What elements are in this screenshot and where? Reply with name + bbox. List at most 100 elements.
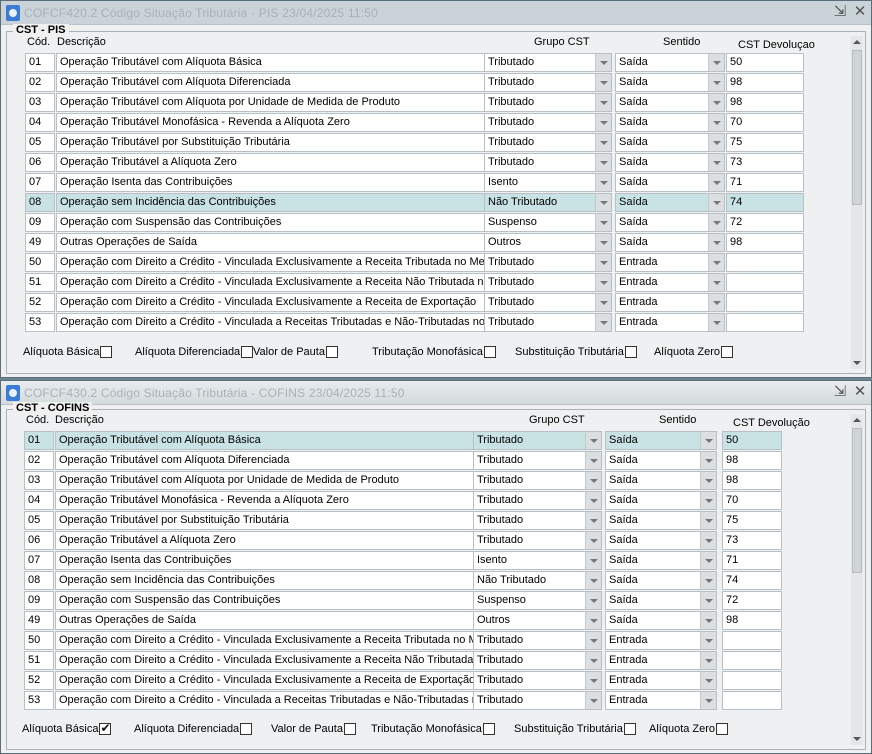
chevron-down-icon[interactable] [595, 314, 611, 331]
minimize-icon[interactable]: ⇲ [833, 384, 847, 400]
chevron-down-icon[interactable] [595, 114, 611, 131]
cod-field[interactable]: 01 [25, 53, 55, 72]
chevron-down-icon[interactable] [700, 592, 716, 609]
sentido-select[interactable]: Saída [615, 73, 725, 92]
sentido-select[interactable]: Entrada [615, 313, 725, 332]
grupo-cst-select[interactable]: Tributado [484, 313, 612, 332]
chevron-down-icon[interactable] [595, 154, 611, 171]
checkbox-5[interactable]: Alíquota Zero [649, 723, 729, 735]
sentido-select[interactable]: Saída [615, 53, 725, 72]
chevron-down-icon[interactable] [585, 652, 601, 669]
grupo-cst-select[interactable]: Tributado [484, 153, 612, 172]
grupo-cst-select[interactable]: Tributado [484, 133, 612, 152]
chevron-down-icon[interactable] [700, 472, 716, 489]
sentido-select[interactable]: Entrada [615, 293, 725, 312]
cod-field[interactable]: 53 [24, 691, 54, 710]
cst-devolucao-field[interactable]: 73 [726, 153, 804, 172]
grupo-cst-select[interactable]: Não Tributado [473, 571, 602, 590]
cst-devolucao-field[interactable] [726, 273, 804, 292]
descricao-field[interactable]: Operação Tributável com Alíquota Básica [56, 53, 500, 72]
cod-field[interactable]: 06 [25, 153, 55, 172]
sentido-select[interactable]: Saída [615, 233, 725, 252]
grupo-cst-select[interactable]: Tributado [484, 253, 612, 272]
checkbox-2[interactable]: Valor de Pauta [253, 346, 338, 358]
chevron-down-icon[interactable] [595, 294, 611, 311]
chevron-down-icon[interactable] [700, 492, 716, 509]
descricao-field[interactable]: Operação Tributável com Alíquota Diferen… [56, 73, 500, 92]
cod-field[interactable]: 09 [25, 213, 55, 232]
cod-field[interactable]: 50 [24, 631, 54, 650]
sentido-select[interactable]: Saída [615, 93, 725, 112]
descricao-field[interactable]: Operação Isenta das Contribuições [55, 551, 488, 570]
cod-field[interactable]: 49 [24, 611, 54, 630]
sentido-select[interactable]: Saída [615, 213, 725, 232]
chevron-down-icon[interactable] [708, 234, 724, 251]
grupo-cst-select[interactable]: Isento [484, 173, 612, 192]
checkbox-0[interactable]: Alíquota Básica [23, 346, 113, 358]
descricao-field[interactable]: Outras Operações de Saída [56, 233, 500, 252]
descricao-field[interactable]: Operação com Direito a Crédito - Vincula… [55, 671, 488, 690]
vertical-scrollbar[interactable] [851, 414, 863, 745]
checkbox-box[interactable] [624, 346, 637, 358]
chevron-down-icon[interactable] [708, 154, 724, 171]
cod-field[interactable]: 52 [25, 293, 55, 312]
chevron-down-icon[interactable] [700, 432, 716, 449]
cst-devolucao-field[interactable]: 70 [722, 491, 782, 510]
chevron-down-icon[interactable] [595, 134, 611, 151]
chevron-down-icon[interactable] [595, 94, 611, 111]
chevron-down-icon[interactable] [585, 612, 601, 629]
chevron-down-icon[interactable] [585, 492, 601, 509]
sentido-select[interactable]: Entrada [605, 631, 717, 650]
descricao-field[interactable]: Operação com Direito a Crédito - Vincula… [56, 313, 500, 332]
chevron-down-icon[interactable] [700, 552, 716, 569]
cod-field[interactable]: 05 [25, 133, 55, 152]
chevron-down-icon[interactable] [708, 194, 724, 211]
sentido-select[interactable]: Saída [605, 591, 717, 610]
descricao-field[interactable]: Operação Tributável com Alíquota por Uni… [55, 471, 488, 490]
vertical-scrollbar[interactable] [851, 36, 863, 369]
descricao-field[interactable]: Operação sem Incidência das Contribuiçõe… [56, 193, 500, 212]
grupo-cst-select[interactable]: Suspenso [473, 591, 602, 610]
scroll-thumb[interactable] [852, 428, 862, 573]
chevron-down-icon[interactable] [585, 552, 601, 569]
chevron-down-icon[interactable] [700, 632, 716, 649]
chevron-down-icon[interactable] [585, 452, 601, 469]
chevron-down-icon[interactable] [595, 194, 611, 211]
cod-field[interactable]: 01 [24, 431, 54, 450]
chevron-down-icon[interactable] [708, 74, 724, 91]
sentido-select[interactable]: Saída [605, 511, 717, 530]
cod-field[interactable]: 50 [25, 253, 55, 272]
cst-devolucao-field[interactable]: 98 [722, 471, 782, 490]
sentido-select[interactable]: Saída [615, 173, 725, 192]
descricao-field[interactable]: Operação com Suspensão das Contribuições [56, 213, 500, 232]
descricao-field[interactable]: Operação com Direito a Crédito - Vincula… [55, 651, 488, 670]
descricao-field[interactable]: Operação com Direito a Crédito - Vincula… [56, 293, 500, 312]
grupo-cst-select[interactable]: Tributado [484, 293, 612, 312]
cst-devolucao-field[interactable]: 98 [722, 451, 782, 470]
cst-devolucao-field[interactable]: 71 [722, 551, 782, 570]
cod-field[interactable]: 08 [24, 571, 54, 590]
sentido-select[interactable]: Saída [615, 113, 725, 132]
chevron-down-icon[interactable] [585, 692, 601, 709]
chevron-down-icon[interactable] [595, 254, 611, 271]
cst-devolucao-field[interactable]: 50 [726, 53, 804, 72]
chevron-down-icon[interactable] [700, 512, 716, 529]
chevron-down-icon[interactable] [585, 432, 601, 449]
chevron-down-icon[interactable] [708, 274, 724, 291]
checkbox-1[interactable]: Alíquota Diferenciada [134, 723, 253, 735]
sentido-select[interactable]: Saída [615, 153, 725, 172]
chevron-down-icon[interactable] [585, 592, 601, 609]
close-icon[interactable]: ✕ [853, 384, 867, 400]
descricao-field[interactable]: Operação sem Incidência das Contribuiçõe… [55, 571, 488, 590]
chevron-down-icon[interactable] [595, 54, 611, 71]
cod-field[interactable]: 03 [24, 471, 54, 490]
checkbox-box[interactable] [482, 723, 495, 735]
cst-devolucao-field[interactable] [722, 691, 782, 710]
scroll-up-icon[interactable] [851, 36, 863, 48]
checkbox-4[interactable]: Substituição Tributária [515, 346, 637, 358]
scroll-up-icon[interactable] [851, 414, 863, 426]
sentido-select[interactable]: Saída [605, 571, 717, 590]
cst-devolucao-field[interactable]: 75 [726, 133, 804, 152]
grupo-cst-select[interactable]: Tributado [484, 53, 612, 72]
chevron-down-icon[interactable] [708, 94, 724, 111]
